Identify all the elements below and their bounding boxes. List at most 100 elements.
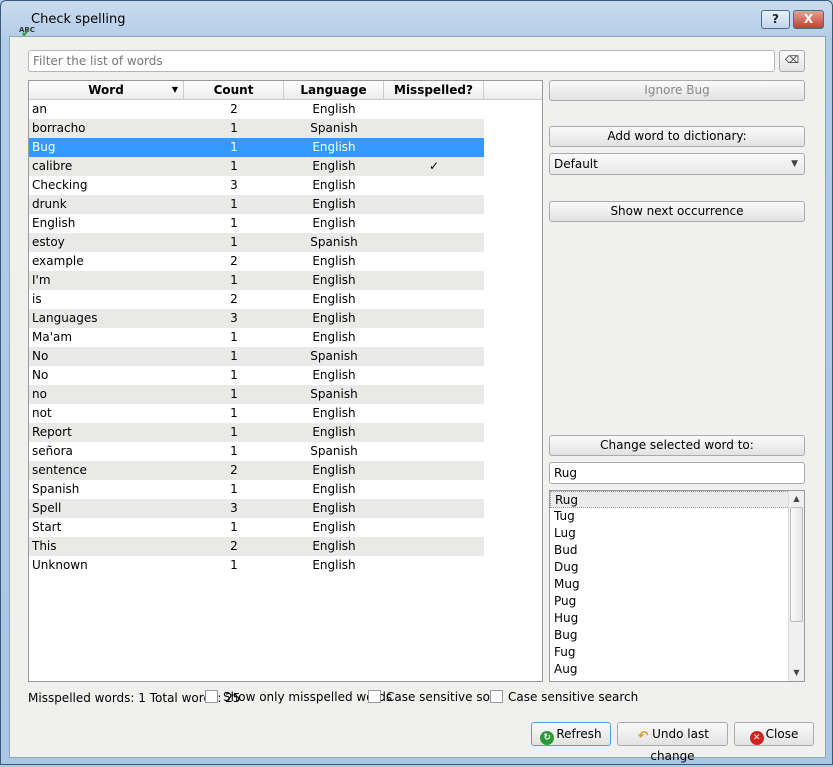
suggestion-item[interactable]: Fug bbox=[550, 644, 790, 661]
table-row[interactable]: No 1 English bbox=[29, 366, 484, 385]
count-cell: 1 bbox=[230, 558, 238, 572]
misspelled-cell bbox=[384, 119, 484, 138]
case-sensitive-search-checkbox[interactable]: Case sensitive search bbox=[490, 690, 638, 704]
suggestion-item[interactable]: Lug bbox=[550, 525, 790, 542]
count-cell: 1 bbox=[230, 406, 238, 420]
close-window-button[interactable]: X bbox=[793, 10, 824, 29]
count-cell: 2 bbox=[230, 463, 238, 477]
misspelled-cell bbox=[384, 385, 484, 404]
close-button[interactable]: ✕ Close bbox=[734, 722, 814, 746]
table-row[interactable]: borracho 1 Spanish bbox=[29, 119, 484, 138]
language-cell: English bbox=[312, 216, 356, 230]
scroll-down-icon[interactable]: ▼ bbox=[789, 665, 804, 681]
language-cell: English bbox=[312, 520, 356, 534]
language-cell: English bbox=[312, 178, 356, 192]
word-cell: an bbox=[32, 102, 47, 116]
table-row[interactable]: drunk 1 English bbox=[29, 195, 484, 214]
replacement-input[interactable]: Rug bbox=[549, 462, 805, 484]
language-cell: English bbox=[312, 254, 356, 268]
suggestion-item[interactable]: Rug bbox=[550, 491, 790, 508]
word-table[interactable]: Word ▼ Count Language Misspelled? an 2 Engl… bbox=[28, 80, 543, 682]
word-cell: example bbox=[32, 254, 84, 268]
word-cell: Ma'am bbox=[32, 330, 73, 344]
close-icon: ✕ bbox=[749, 731, 764, 745]
suggestion-item[interactable]: Bug bbox=[550, 627, 790, 644]
table-row[interactable]: Bug 1 English bbox=[29, 138, 484, 157]
count-cell: 2 bbox=[230, 292, 238, 306]
word-cell: estoy bbox=[32, 235, 65, 249]
table-row[interactable]: English 1 English bbox=[29, 214, 484, 233]
table-row[interactable]: Spanish 1 English bbox=[29, 480, 484, 499]
count-cell: 1 bbox=[230, 520, 238, 534]
window-title: Check spelling bbox=[31, 12, 126, 27]
table-row[interactable]: is 2 English bbox=[29, 290, 484, 309]
table-row[interactable]: Languages 3 English bbox=[29, 309, 484, 328]
table-row[interactable]: I'm 1 English bbox=[29, 271, 484, 290]
suggestions-list[interactable]: Rug Tug Lug Bud Dug Mug Pug Hug Bug Fug Aug ▲ ▼ bbox=[549, 490, 805, 682]
scroll-thumb[interactable] bbox=[790, 507, 803, 622]
refresh-button[interactable]: ↻ Refresh bbox=[531, 722, 611, 746]
column-language[interactable]: Language bbox=[284, 81, 384, 99]
count-cell: 1 bbox=[230, 482, 238, 496]
suggestion-item[interactable]: Aug bbox=[550, 661, 790, 678]
misspelled-cell bbox=[384, 100, 484, 119]
table-row[interactable]: Report 1 English bbox=[29, 423, 484, 442]
language-cell: English bbox=[312, 463, 356, 477]
table-row[interactable]: not 1 English bbox=[29, 404, 484, 423]
suggestion-item[interactable]: Dug bbox=[550, 559, 790, 576]
table-row[interactable]: Checking 3 English bbox=[29, 176, 484, 195]
filter-input[interactable]: Filter the list of words bbox=[28, 50, 775, 72]
language-cell: English bbox=[312, 140, 356, 154]
table-row[interactable]: Unknown 1 English bbox=[29, 556, 484, 575]
table-row[interactable]: no 1 Spanish bbox=[29, 385, 484, 404]
table-row[interactable]: Spell 3 English bbox=[29, 499, 484, 518]
add-to-dictionary-button[interactable]: Add word to dictionary: bbox=[549, 126, 805, 147]
misspelled-cell bbox=[384, 537, 484, 556]
ignore-button[interactable]: Ignore Bug bbox=[549, 80, 805, 101]
table-row[interactable]: No 1 Spanish bbox=[29, 347, 484, 366]
show-only-misspelled-checkbox[interactable]: Show only misspelled words bbox=[205, 690, 392, 704]
word-cell: señora bbox=[32, 444, 73, 458]
count-cell: 2 bbox=[230, 539, 238, 553]
language-cell: Spanish bbox=[310, 121, 358, 135]
misspelled-cell bbox=[384, 138, 484, 157]
table-row[interactable]: example 2 English bbox=[29, 252, 484, 271]
table-row[interactable]: calibre 1 English ✓ bbox=[29, 157, 484, 176]
misspelled-cell bbox=[384, 442, 484, 461]
column-misspelled[interactable]: Misspelled? bbox=[384, 81, 484, 99]
scrollbar[interactable]: ▲ ▼ bbox=[788, 491, 804, 681]
table-row[interactable]: Ma'am 1 English bbox=[29, 328, 484, 347]
count-cell: 2 bbox=[230, 102, 238, 116]
misspelled-cell bbox=[384, 328, 484, 347]
table-row[interactable]: estoy 1 Spanish bbox=[29, 233, 484, 252]
table-row[interactable]: an 2 English bbox=[29, 100, 484, 119]
case-sensitive-sort-checkbox[interactable]: Case sensitive sort bbox=[368, 690, 500, 704]
word-cell: Languages bbox=[32, 311, 98, 325]
count-cell: 2 bbox=[230, 254, 238, 268]
language-cell: English bbox=[312, 425, 356, 439]
language-cell: English bbox=[312, 368, 356, 382]
table-row[interactable]: sentence 2 English bbox=[29, 461, 484, 480]
scroll-up-icon[interactable]: ▲ bbox=[789, 491, 804, 507]
suggestion-item[interactable]: Pug bbox=[550, 593, 790, 610]
show-next-occurrence-button[interactable]: Show next occurrence bbox=[549, 201, 805, 222]
suggestion-item[interactable]: Bud bbox=[550, 542, 790, 559]
change-word-button[interactable]: Change selected word to: bbox=[549, 435, 805, 456]
dictionary-select[interactable]: Default ▼ bbox=[549, 153, 805, 175]
word-cell: is bbox=[32, 292, 42, 306]
suggestion-item[interactable]: Hug bbox=[550, 610, 790, 627]
column-word[interactable]: Word ▼ bbox=[29, 81, 184, 99]
word-cell: Bug bbox=[32, 140, 56, 154]
language-cell: Spanish bbox=[310, 349, 358, 363]
help-button[interactable]: ? bbox=[761, 10, 790, 29]
word-cell: Report bbox=[32, 425, 72, 439]
table-row[interactable]: Start 1 English bbox=[29, 518, 484, 537]
column-count[interactable]: Count bbox=[184, 81, 284, 99]
table-row[interactable]: This 2 English bbox=[29, 537, 484, 556]
suggestion-item[interactable]: Tug bbox=[550, 508, 790, 525]
undo-button[interactable]: ↶ Undo last change bbox=[617, 722, 728, 763]
count-cell: 1 bbox=[230, 444, 238, 458]
clear-filter-button[interactable]: ⌫ bbox=[779, 50, 805, 72]
table-row[interactable]: señora 1 Spanish bbox=[29, 442, 484, 461]
suggestion-item[interactable]: Mug bbox=[550, 576, 790, 593]
